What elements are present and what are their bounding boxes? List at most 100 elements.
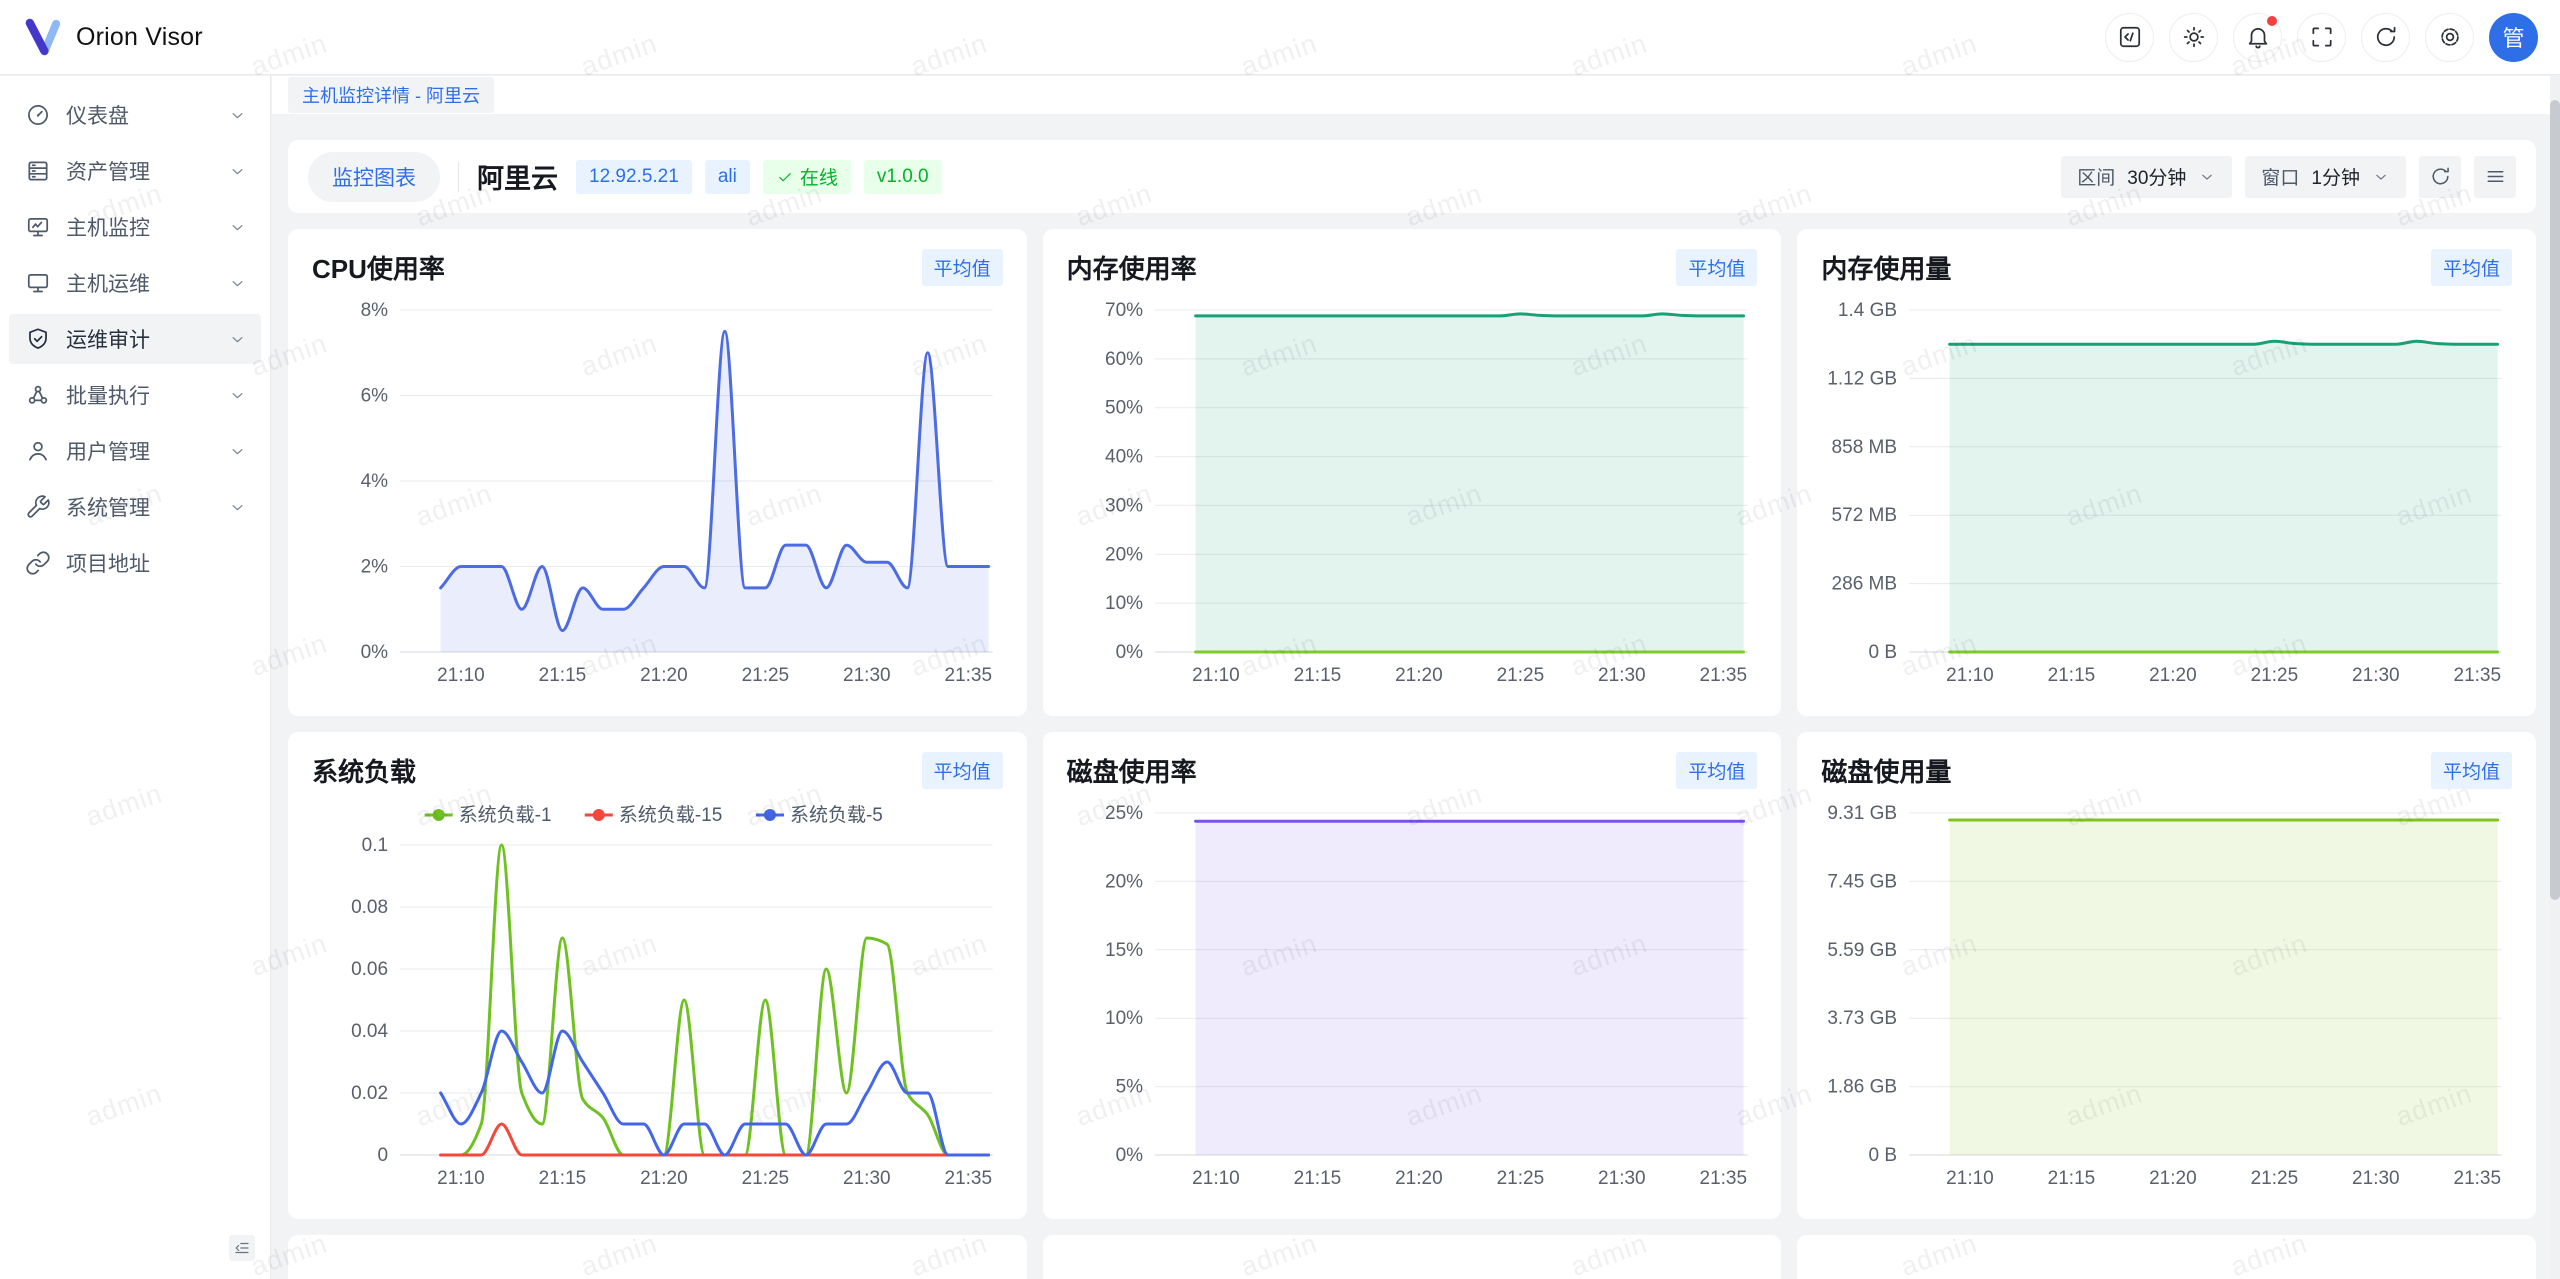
toolbar-right: 区间 30分钟 窗口 1分钟: [2061, 156, 2516, 198]
scrollbar-track[interactable]: [2550, 76, 2560, 1279]
chart-card-disk-usage-amount: 磁盘使用量平均值9.31 GB7.45 GB5.59 GB3.73 GB1.86…: [1797, 732, 2536, 1219]
svg-text:8%: 8%: [361, 300, 389, 321]
svg-text:21:20: 21:20: [2149, 1168, 2197, 1189]
sidebar-item-shield-check[interactable]: 运维审计: [9, 314, 261, 364]
chart-plot-cpu-usage[interactable]: 8%6%4%2%0%21:1021:1521:2021:2521:3021:35: [312, 292, 1003, 690]
chart-card-head: 系统负载 平均值: [312, 752, 1003, 789]
svg-text:系统负载-15: 系统负载-15: [619, 804, 723, 826]
header-actions: 管: [2105, 13, 2538, 62]
svg-text:2%: 2%: [361, 557, 389, 578]
svg-text:60%: 60%: [1105, 349, 1143, 370]
sun-icon: [2181, 24, 2207, 50]
aggregation-badge[interactable]: 平均值: [1676, 249, 1757, 286]
chart-plot-memory-usage-amount[interactable]: 1.4 GB1.12 GB858 MB572 MB286 MB0 B21:102…: [1821, 292, 2512, 690]
sidebar-item-label: 主机监控: [66, 212, 228, 242]
sidebar-collapse-button[interactable]: [229, 1235, 255, 1261]
bell-icon: [2245, 24, 2271, 50]
chart-plot-memory-usage-percent[interactable]: 70%60%50%40%30%20%10%0%21:1021:1521:2021…: [1067, 292, 1758, 690]
chevron-down-icon: [228, 274, 247, 293]
chevron-down-icon: [228, 442, 247, 461]
svg-text:10%: 10%: [1105, 1008, 1143, 1029]
svg-text:50%: 50%: [1105, 398, 1143, 419]
svg-text:20%: 20%: [1105, 871, 1143, 892]
header-bell-button[interactable]: [2233, 13, 2282, 62]
host-tag-text: v1.0.0: [877, 166, 929, 188]
chart-title: CPU使用率: [312, 249, 445, 286]
user-avatar[interactable]: 管: [2489, 13, 2538, 62]
sidebar-item-wrench[interactable]: 系统管理: [9, 482, 261, 532]
aggregation-badge[interactable]: 平均值: [922, 752, 1003, 789]
chart-card-system-load: 系统负载 平均值 0.10.080.060.040.02021:1021:1521:…: [288, 732, 1027, 1219]
host-monitor-icon: [25, 214, 51, 240]
chevron-down-icon: [2372, 168, 2390, 186]
header-gear-button[interactable]: [2425, 13, 2474, 62]
header-code-square-button[interactable]: [2105, 13, 2154, 62]
svg-text:21:10: 21:10: [1192, 665, 1240, 686]
svg-text:21:35: 21:35: [2454, 665, 2502, 686]
svg-text:5%: 5%: [1115, 1077, 1143, 1098]
host-tag-text: 在线: [800, 163, 838, 190]
range-select[interactable]: 区间 30分钟: [2061, 156, 2232, 198]
header-fullscreen-button[interactable]: [2297, 13, 2346, 62]
svg-text:4%: 4%: [361, 471, 389, 492]
aggregation-badge[interactable]: 平均值: [2431, 249, 2512, 286]
svg-text:0%: 0%: [1115, 1145, 1143, 1166]
sidebar-item-gauge[interactable]: 仪表盘: [9, 90, 261, 140]
svg-text:21:10: 21:10: [1947, 1168, 1995, 1189]
chart-title: 内存使用量: [1821, 249, 1951, 286]
svg-text:21:15: 21:15: [2048, 665, 2096, 686]
assets-icon: [25, 158, 51, 184]
svg-text:21:20: 21:20: [640, 1168, 688, 1189]
link-icon: [25, 550, 51, 576]
svg-text:15%: 15%: [1105, 940, 1143, 961]
host-tag: v1.0.0: [864, 160, 942, 194]
aggregation-badge[interactable]: 平均值: [922, 249, 1003, 286]
sidebar-item-host-ops[interactable]: 主机运维: [9, 258, 261, 308]
svg-text:20%: 20%: [1105, 544, 1143, 565]
breadcrumb-tab[interactable]: 主机监控详情 - 阿里云: [288, 77, 494, 113]
sidebar-item-link[interactable]: 项目地址: [9, 538, 261, 588]
sidebar-item-host-monitor[interactable]: 主机监控: [9, 202, 261, 252]
refresh-charts-button[interactable]: [2419, 156, 2461, 198]
chart-plot-disk-usage-percent[interactable]: 25%20%15%10%5%0%21:1021:1521:2021:2521:3…: [1067, 795, 1758, 1193]
chart-plot-system-load[interactable]: 0.10.080.060.040.02021:1021:1521:2021:25…: [312, 795, 1003, 1193]
chevron-down-icon: [228, 498, 247, 517]
chart-card-head: CPU使用率 平均值: [312, 249, 1003, 286]
monitor-charts-button[interactable]: 监控图表: [308, 152, 440, 202]
chart-title: 系统负载: [312, 752, 416, 789]
svg-text:21:25: 21:25: [2251, 665, 2299, 686]
sidebar-item-batch-exec[interactable]: 批量执行: [9, 370, 261, 420]
batch-exec-icon: [25, 382, 51, 408]
svg-text:1.4 GB: 1.4 GB: [1838, 300, 1897, 321]
chart-plot-disk-usage-amount[interactable]: 9.31 GB7.45 GB5.59 GB3.73 GB1.86 GB0 B21…: [1821, 795, 2512, 1193]
window-select[interactable]: 窗口 1分钟: [2245, 156, 2406, 198]
svg-text:1.12 GB: 1.12 GB: [1828, 368, 1898, 389]
chevron-down-icon: [228, 386, 247, 405]
chart-card-disk-usage-percent: 磁盘使用率平均值25%20%15%10%5%0%21:1021:1521:202…: [1043, 732, 1782, 1219]
refresh-icon: [2429, 165, 2452, 188]
svg-text:21:10: 21:10: [437, 665, 485, 686]
header-sun-button[interactable]: [2169, 13, 2218, 62]
header-refresh-button[interactable]: [2361, 13, 2410, 62]
svg-text:0.08: 0.08: [351, 897, 388, 918]
sidebar-item-user[interactable]: 用户管理: [9, 426, 261, 476]
window-select-label: 窗口: [2261, 163, 2299, 190]
logo[interactable]: Orion Visor: [22, 16, 203, 58]
main-area: 主机监控详情 - 阿里云 监控图表 阿里云 12.92.5.21ali在线v1.…: [272, 76, 2560, 1279]
chevron-down-icon: [2198, 168, 2216, 186]
range-select-label: 区间: [2077, 163, 2115, 190]
aggregation-badge[interactable]: 平均值: [1676, 752, 1757, 789]
svg-text:858 MB: 858 MB: [1832, 437, 1898, 458]
svg-text:25%: 25%: [1105, 803, 1143, 824]
scrollbar-thumb[interactable]: [2550, 100, 2560, 900]
host-name: 阿里云: [477, 157, 558, 196]
svg-text:21:20: 21:20: [1395, 1168, 1443, 1189]
sidebar: 仪表盘资产管理主机监控主机运维运维审计批量执行用户管理系统管理项目地址: [0, 76, 271, 1279]
aggregation-badge[interactable]: 平均值: [2431, 752, 2512, 789]
host-tag-text: ali: [718, 166, 737, 188]
gear-icon: [2437, 24, 2463, 50]
svg-text:21:10: 21:10: [1947, 665, 1995, 686]
svg-text:0.02: 0.02: [351, 1083, 388, 1104]
chart-layout-menu-button[interactable]: [2474, 156, 2516, 198]
sidebar-item-assets[interactable]: 资产管理: [9, 146, 261, 196]
